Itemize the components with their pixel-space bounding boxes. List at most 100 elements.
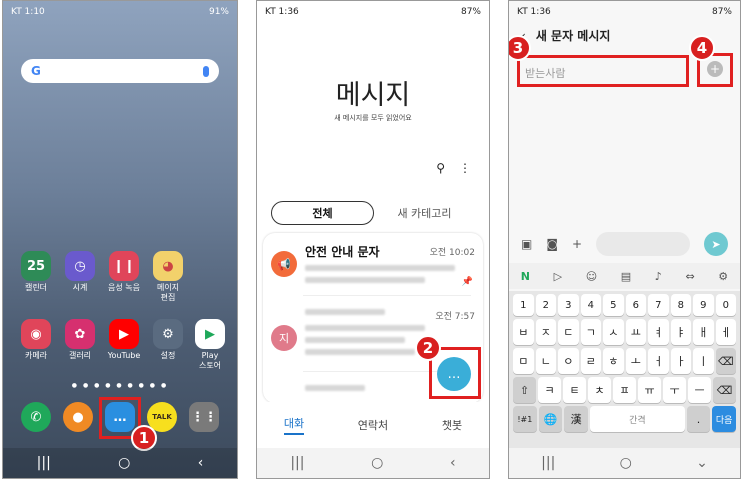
key[interactable]: ㅁ (513, 348, 534, 374)
globe-key[interactable]: 🌐 (538, 406, 563, 432)
home-icon[interactable]: ○ (118, 455, 130, 471)
recent-apps-icon[interactable]: ||| (290, 455, 304, 471)
key[interactable]: ㅑ (670, 319, 691, 345)
back-icon[interactable]: ‹ (198, 455, 204, 471)
key[interactable]: 3 (558, 294, 579, 316)
camera-icon[interactable]: ◙ (546, 237, 558, 251)
app-label: Play 스토어 (198, 351, 222, 370)
key[interactable]: ㅂ (513, 319, 534, 345)
key[interactable]: 4 (580, 294, 601, 316)
add-icon[interactable]: + (572, 237, 582, 251)
key[interactable]: ㅌ (563, 377, 586, 403)
recent-apps-icon[interactable]: ||| (541, 455, 555, 471)
key[interactable]: ㅎ (603, 348, 624, 374)
tab-conversations[interactable]: 대화 (283, 415, 305, 435)
video-icon[interactable]: ▷ (554, 270, 562, 283)
pin-icon: 📌 (461, 277, 473, 287)
step-badge-2: 2 (415, 335, 441, 361)
app-play-store[interactable]: ▶ Play 스토어 (185, 319, 235, 371)
voice-recorder-icon: ❙❙ (109, 251, 139, 281)
shift-key[interactable]: ⇧ (513, 377, 536, 403)
conversation-name[interactable] (305, 309, 385, 315)
app-youtube[interactable]: ▶ YouTube (99, 319, 149, 361)
conversation-name[interactable] (305, 385, 365, 391)
key[interactable]: ㅅ (603, 319, 624, 345)
resize-icon[interactable]: ⇔ (685, 270, 694, 283)
search-icon[interactable]: ⚲ (436, 161, 445, 175)
hanja-key[interactable]: 漢 (564, 406, 589, 432)
key[interactable]: ㄱ (580, 319, 601, 345)
key[interactable]: 7 (648, 294, 669, 316)
status-bar: KT 1:36 87% (257, 1, 489, 23)
key-row-2: ㅁ ㄴ ㅇ ㄹ ㅎ ㅗ ㅓ ㅏ ㅣ ⌫ (513, 348, 736, 374)
key[interactable]: ㄷ (558, 319, 579, 345)
key[interactable]: ㅠ (638, 377, 661, 403)
phone-icon[interactable]: ✆ (21, 402, 51, 432)
app-gallery[interactable]: ✿ 갤러리 (55, 319, 105, 361)
key[interactable]: 8 (670, 294, 691, 316)
emoji-icon[interactable]: ☺ (586, 270, 597, 283)
send-icon[interactable]: ➤ (704, 232, 728, 256)
backspace-key[interactable]: ⌫ (715, 348, 736, 374)
app-clock[interactable]: ◷ 시계 (55, 251, 105, 293)
status-bar: KT 1:10 91% (3, 1, 237, 23)
app-drawer-icon[interactable]: ⋮⋮ (189, 402, 219, 432)
back-icon[interactable]: ‹ (450, 455, 456, 471)
key[interactable]: ㄹ (580, 348, 601, 374)
key[interactable]: ㅈ (535, 319, 556, 345)
key[interactable]: 1 (513, 294, 534, 316)
key[interactable]: 2 (535, 294, 556, 316)
key[interactable]: ㅛ (625, 319, 646, 345)
home-icon[interactable]: ○ (620, 455, 632, 471)
key[interactable]: ㅗ (625, 348, 646, 374)
app-voice-recorder[interactable]: ❙❙ 음성 녹음 (99, 251, 149, 293)
status-carrier-time: KT 1:36 (517, 7, 551, 17)
message-composer: ▣ ◙ + ➤ (509, 229, 740, 259)
naver-icon[interactable]: N (521, 270, 530, 283)
google-search-bar[interactable]: G (21, 59, 219, 83)
more-options-icon[interactable]: ⋮ (459, 161, 471, 175)
key[interactable]: ㄴ (535, 348, 556, 374)
contacts-icon[interactable]: ● (63, 402, 93, 432)
key[interactable]: ㅕ (648, 319, 669, 345)
key[interactable]: 5 (603, 294, 624, 316)
next-key[interactable]: 다음 (712, 406, 737, 432)
key[interactable]: 0 (715, 294, 736, 316)
space-key[interactable]: 간격 (590, 406, 685, 432)
tab-chatbot[interactable]: 챗봇 (442, 417, 462, 433)
recent-apps-icon[interactable]: ||| (37, 455, 51, 471)
period-key[interactable]: . (686, 406, 711, 432)
key[interactable]: ㅏ (670, 348, 691, 374)
key[interactable]: ㅋ (538, 377, 561, 403)
tab-new-category[interactable]: 새 카테고리 (374, 201, 475, 225)
backspace-key[interactable]: ⌫ (713, 377, 736, 403)
symbols-key[interactable]: !#1 (513, 406, 537, 432)
clipboard-icon[interactable]: ▤ (621, 270, 631, 283)
key[interactable]: ㅔ (715, 319, 736, 345)
key[interactable]: ㅐ (693, 319, 714, 345)
key[interactable]: ㅜ (663, 377, 686, 403)
key[interactable]: ㅓ (648, 348, 669, 374)
hide-keyboard-icon[interactable]: ⌄ (696, 455, 708, 471)
key[interactable]: ㅊ (588, 377, 611, 403)
gear-icon[interactable]: ⚙ (718, 270, 728, 283)
tab-all[interactable]: 전체 (271, 201, 374, 225)
status-battery: 87% (460, 7, 481, 17)
key[interactable]: ㅍ (613, 377, 636, 403)
google-g-icon: G (31, 64, 41, 78)
key[interactable]: 6 (625, 294, 646, 316)
home-icon[interactable]: ○ (371, 455, 383, 471)
tab-contacts[interactable]: 연락처 (358, 417, 388, 433)
key[interactable]: ㅣ (693, 348, 714, 374)
key[interactable]: ㅡ (688, 377, 711, 403)
mic-icon[interactable]: ♪ (655, 270, 662, 283)
app-calendar[interactable]: 25 캘린더 (11, 251, 61, 293)
app-camera[interactable]: ◉ 카메라 (11, 319, 61, 361)
image-icon[interactable]: ▣ (521, 237, 532, 251)
app-emoji-edit[interactable]: ◕ 메이지 편집 (143, 251, 193, 303)
key[interactable]: ㅇ (558, 348, 579, 374)
mic-icon[interactable] (203, 65, 209, 77)
message-input[interactable] (596, 232, 690, 256)
conversation-name[interactable]: 안전 안내 문자 (305, 243, 380, 260)
key[interactable]: 9 (693, 294, 714, 316)
